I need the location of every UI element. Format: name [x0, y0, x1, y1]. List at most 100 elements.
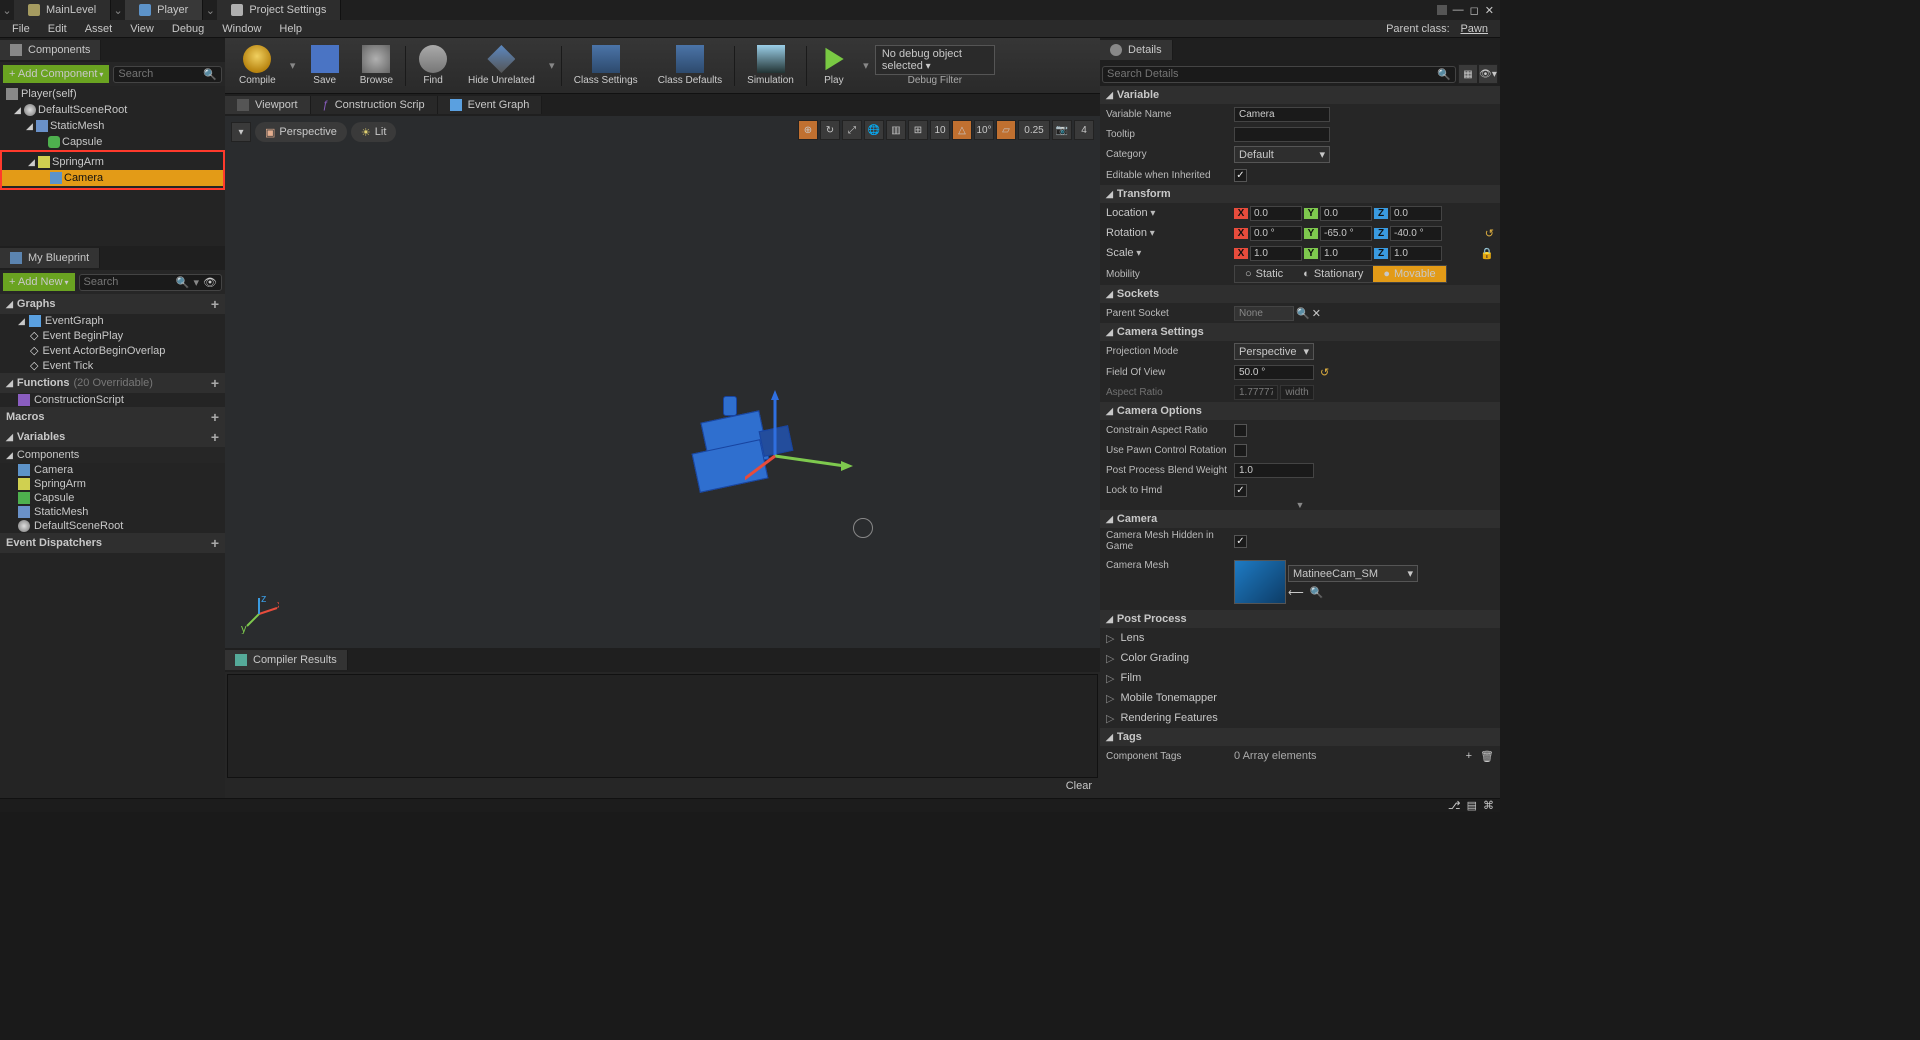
var-springarm[interactable]: SpringArm	[0, 477, 225, 491]
add-new-button[interactable]: + Add New▾	[3, 273, 75, 291]
expand-icon[interactable]: ◢	[28, 157, 36, 168]
camera-options-category[interactable]: ◢Camera Options	[1100, 402, 1500, 420]
add-component-button[interactable]: + Add Component▾	[3, 65, 109, 83]
grid-snap-button[interactable]: ⊞	[908, 120, 928, 140]
hide-unrelated-button[interactable]: Hide Unrelated	[458, 40, 545, 92]
viewport-tab[interactable]: Viewport	[225, 96, 311, 114]
clear-button[interactable]: Clear	[1066, 780, 1092, 798]
details-tab[interactable]: Details	[1100, 40, 1173, 60]
var-capsule[interactable]: Capsule	[0, 491, 225, 505]
browse-asset-icon[interactable]: 🔍	[1310, 586, 1324, 599]
scale-mode-button[interactable]: ⤢	[842, 120, 862, 140]
tree-node-capsule[interactable]: Capsule	[0, 134, 225, 150]
projection-mode-select[interactable]: Perspective▾	[1234, 343, 1314, 360]
coordinate-space-button[interactable]: 🌐	[864, 120, 884, 140]
functions-section[interactable]: ◢Functions(20 Overridable)+	[0, 373, 225, 393]
pp-blend-weight-input[interactable]	[1234, 463, 1314, 478]
reset-fov-icon[interactable]: ↺	[1320, 366, 1329, 379]
parent-socket-input[interactable]	[1234, 306, 1294, 321]
rotation-y-input[interactable]	[1320, 226, 1372, 241]
construction-script-tab[interactable]: ƒConstruction Scrip	[311, 96, 438, 114]
scale-snap-button[interactable]: ▱	[996, 120, 1016, 140]
tooltip-input[interactable]	[1234, 127, 1330, 142]
find-button[interactable]: Find	[408, 40, 458, 92]
fov-input[interactable]	[1234, 365, 1314, 380]
cmd-icon[interactable]: ⌘	[1483, 799, 1494, 812]
use-pawn-rotation-checkbox[interactable]	[1234, 444, 1247, 457]
tree-node-defaultsceneroot[interactable]: ◢DefaultSceneRoot	[0, 102, 225, 118]
event-beginplay[interactable]: ◇Event BeginPlay	[0, 328, 225, 343]
menu-help[interactable]: Help	[271, 22, 310, 36]
variable-name-input[interactable]	[1234, 107, 1330, 122]
class-settings-button[interactable]: Class Settings	[564, 40, 648, 92]
location-x-input[interactable]	[1250, 206, 1302, 221]
constrain-aspect-checkbox[interactable]	[1234, 424, 1247, 437]
components-search-input[interactable]	[118, 68, 203, 80]
simulation-button[interactable]: Simulation	[737, 40, 804, 92]
editable-inherited-checkbox[interactable]	[1234, 169, 1247, 182]
scale-x-input[interactable]	[1250, 246, 1302, 261]
camera-category[interactable]: ◢Camera	[1100, 510, 1500, 528]
scale-y-input[interactable]	[1320, 246, 1372, 261]
browse-button[interactable]: Browse	[350, 40, 403, 92]
variable-category[interactable]: ◢Variable	[1100, 86, 1500, 104]
maximize-icon[interactable]: ◻	[1470, 4, 1479, 17]
var-defaultsceneroot[interactable]: DefaultSceneRoot	[0, 519, 225, 533]
minimize-icon[interactable]: —	[1453, 4, 1464, 16]
camera-mesh-thumbnail[interactable]	[1234, 560, 1286, 604]
transform-category[interactable]: ◢Transform	[1100, 185, 1500, 203]
file-tab-projectsettings[interactable]: Project Settings	[217, 0, 341, 20]
class-defaults-button[interactable]: Class Defaults	[648, 40, 732, 92]
clear-tags-icon[interactable]: 🗑	[1480, 750, 1494, 763]
app-menu-icon[interactable]: ⌄	[0, 0, 14, 20]
rotation-z-input[interactable]	[1390, 226, 1442, 241]
expand-icon[interactable]: ◢	[26, 121, 34, 132]
pp-film[interactable]: ▷Film	[1100, 668, 1500, 688]
parent-class-link[interactable]: Pawn	[1460, 23, 1488, 35]
menu-edit[interactable]: Edit	[40, 22, 75, 36]
pp-mobile-tonemapper[interactable]: ▷Mobile Tonemapper	[1100, 688, 1500, 708]
menu-debug[interactable]: Debug	[164, 22, 212, 36]
play-dropdown[interactable]: ▾	[859, 59, 873, 72]
details-search[interactable]: 🔍	[1102, 66, 1456, 83]
tree-node-staticmesh[interactable]: ◢StaticMesh	[0, 118, 225, 134]
add-function-icon[interactable]: +	[211, 375, 219, 391]
window-icon[interactable]	[1437, 5, 1447, 15]
rotation-x-input[interactable]	[1250, 226, 1302, 241]
angle-snap-value[interactable]: 10°	[974, 120, 994, 140]
event-graph-tab[interactable]: Event Graph	[438, 96, 543, 114]
event-actorbeginoverlap[interactable]: ◇Event ActorBeginOverlap	[0, 343, 225, 358]
camera-speed-value[interactable]: 4	[1074, 120, 1094, 140]
details-search-input[interactable]	[1107, 68, 1437, 80]
myblueprint-search-input[interactable]	[84, 276, 176, 288]
rotate-mode-button[interactable]: ↻	[820, 120, 840, 140]
location-z-input[interactable]	[1390, 206, 1442, 221]
eye-icon[interactable]: 👁	[203, 276, 217, 289]
pp-lens[interactable]: ▷Lens	[1100, 628, 1500, 648]
post-process-category[interactable]: ◢Post Process	[1100, 610, 1500, 628]
mobility-movable[interactable]: ●Movable	[1373, 266, 1445, 282]
lock-scale-icon[interactable]: 🔒	[1480, 247, 1494, 260]
camera-mesh-select[interactable]: MatineeCam_SM▾	[1288, 565, 1418, 582]
mobility-stationary[interactable]: ◐Stationary	[1293, 266, 1373, 282]
debug-object-select[interactable]: No debug object selected ▾	[875, 45, 995, 75]
translate-mode-button[interactable]: ⊕	[798, 120, 818, 140]
tab-dropdown-icon[interactable]: ⌄	[111, 0, 125, 20]
angle-snap-button[interactable]: △	[952, 120, 972, 140]
expand-advanced-icon[interactable]: ▼	[1100, 500, 1500, 510]
play-button[interactable]: Play	[809, 40, 859, 92]
add-macro-icon[interactable]: +	[211, 409, 219, 425]
myblueprint-search[interactable]: 🔍▾👁	[79, 274, 222, 291]
menu-file[interactable]: File	[4, 22, 38, 36]
viewport-3d[interactable]: ▾ ▣Perspective ☀Lit ⊕ ↻ ⤢ 🌐 ▥ ⊞ 10 △ 10°…	[225, 116, 1100, 648]
variables-section[interactable]: ◢Variables+	[0, 427, 225, 447]
grid-snap-value[interactable]: 10	[930, 120, 950, 140]
close-icon[interactable]: ✕	[1485, 4, 1494, 17]
compile-dropdown[interactable]: ▾	[286, 59, 300, 72]
camera-mesh-hidden-checkbox[interactable]	[1234, 535, 1247, 548]
property-matrix-button[interactable]: ▦	[1458, 64, 1478, 84]
add-tag-icon[interactable]: +	[1466, 750, 1472, 762]
graph-eventgraph[interactable]: ◢EventGraph	[0, 314, 225, 328]
sockets-category[interactable]: ◢Sockets	[1100, 285, 1500, 303]
mobility-static[interactable]: ○Static	[1235, 266, 1293, 282]
